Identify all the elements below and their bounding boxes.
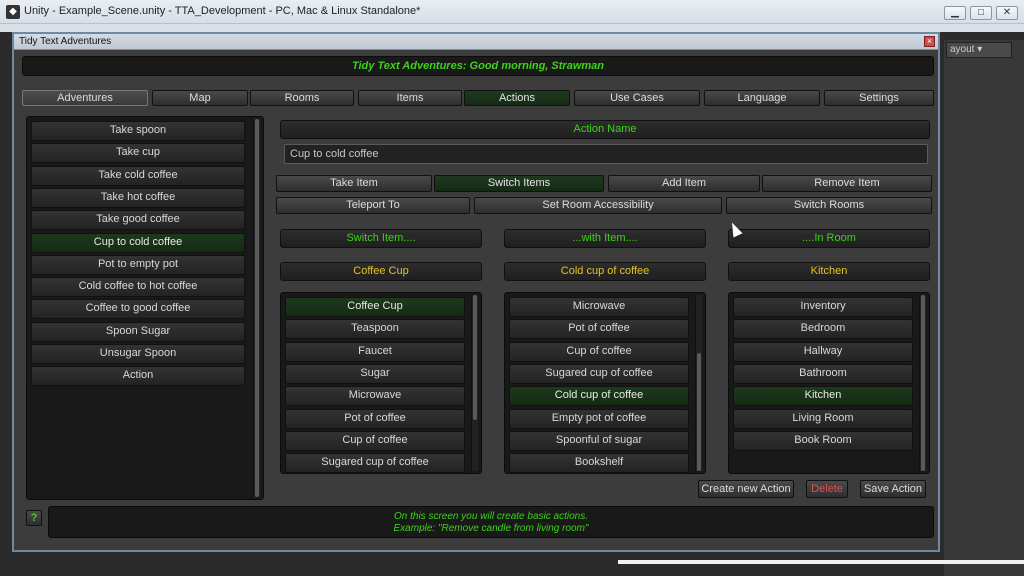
dialog-title: Tidy Text Adventures (19, 36, 112, 47)
tab-settings[interactable]: Settings (824, 90, 934, 106)
switch-item-scroll-thumb[interactable] (473, 295, 477, 420)
create-new-action-button[interactable]: Create new Action (698, 480, 794, 498)
switch-item-list-item[interactable]: Teaspoon (285, 319, 465, 340)
maximize-button[interactable]: □ (970, 6, 992, 20)
with-item-scroll-thumb[interactable] (697, 353, 701, 471)
dialog-title-bar: Tidy Text Adventures × (14, 34, 938, 50)
action-list-item[interactable]: Take cup (31, 143, 245, 164)
layout-dropdown[interactable]: ayout ▾ (946, 42, 1012, 58)
help-line-2: Example: "Remove candle from living room… (393, 523, 589, 534)
unity-side-panel (944, 40, 1024, 576)
with-item-value: Cold cup of coffee (504, 262, 706, 281)
in-room-list: Inventory Bedroom Hallway Bathroom Kitchen Li… (728, 292, 930, 474)
switch-item-list-item[interactable]: Pot of coffee (285, 408, 465, 429)
unity-icon: ◆ (6, 5, 20, 19)
dialog-close-icon[interactable]: × (924, 36, 935, 47)
close-window-button[interactable]: ✕ (996, 6, 1018, 20)
action-list-item[interactable]: Coffee to good coffee (31, 299, 245, 320)
in-room-header: ....In Room (728, 229, 930, 248)
with-item-list-item[interactable]: Cup of coffee (509, 341, 689, 362)
with-item-list-item[interactable]: Cold cup of coffee (509, 386, 689, 407)
save-action-button[interactable]: Save Action (860, 480, 926, 498)
switch-item-list-item[interactable]: Sugar (285, 363, 465, 384)
in-room-list-item[interactable]: Living Room (733, 408, 913, 429)
in-room-list-item[interactable]: Hallway (733, 341, 913, 362)
action-type-teleport-to-button[interactable]: Teleport To (276, 197, 470, 214)
tab-rooms[interactable]: Rooms (250, 90, 354, 106)
actions-list-scroll-thumb[interactable] (255, 119, 259, 497)
in-room-list-item[interactable]: Bedroom (733, 319, 913, 340)
action-type-add-item-button[interactable]: Add Item (608, 175, 760, 192)
help-text-panel: On this screen you will create basic act… (48, 506, 934, 538)
minimize-button[interactable]: ▁ (944, 6, 966, 20)
tab-items[interactable]: Items (358, 90, 462, 106)
tab-actions[interactable]: Actions (464, 90, 570, 106)
action-type-take-item-button[interactable]: Take Item (276, 175, 432, 192)
with-item-list-item[interactable]: Pot of coffee (509, 319, 689, 340)
in-room-scroll-thumb[interactable] (921, 295, 925, 471)
switch-item-list-item[interactable]: Cup of coffee (285, 430, 465, 451)
in-room-list-item[interactable]: Kitchen (733, 386, 913, 407)
action-list-item[interactable]: Take cold coffee (31, 165, 245, 186)
window-title: Unity - Example_Scene.unity - TTA_Develo… (24, 5, 421, 17)
action-list-item[interactable]: Cup to cold coffee (31, 232, 245, 253)
with-item-scrollbar[interactable] (695, 295, 702, 471)
in-room-list-item[interactable]: Bathroom (733, 363, 913, 384)
action-list-item[interactable]: Take good coffee (31, 210, 245, 231)
tab-map[interactable]: Map (152, 90, 248, 106)
action-type-set-room-accessibility-button[interactable]: Set Room Accessibility (474, 197, 722, 214)
in-room-list-item[interactable]: Inventory (733, 297, 913, 317)
switch-item-list-item[interactable]: Faucet (285, 341, 465, 362)
delete-button[interactable]: Delete (806, 480, 848, 498)
switch-item-list-item[interactable]: Coffee Cup (285, 297, 465, 317)
action-list-item[interactable]: Pot to empty pot (31, 254, 245, 275)
with-item-header: ...with Item.... (504, 229, 706, 248)
tab-use-cases[interactable]: Use Cases (574, 90, 700, 106)
tab-adventures[interactable]: Adventures (22, 90, 148, 106)
with-item-list: Microwave Pot of coffee Cup of coffee Sugar… (504, 292, 706, 474)
switch-item-list-item[interactable]: Microwave (285, 386, 465, 407)
menu-bar (0, 24, 1024, 32)
with-item-list-item[interactable]: Spoonful of sugar (509, 430, 689, 451)
with-item-list-item[interactable]: Microwave (509, 297, 689, 317)
action-type-remove-item-button[interactable]: Remove Item (762, 175, 932, 192)
switch-item-value: Coffee Cup (280, 262, 482, 281)
status-strip (618, 560, 1024, 564)
action-type-switch-rooms-button[interactable]: Switch Rooms (726, 197, 932, 214)
tidy-text-adventures-window: Tidy Text Adventures × Tidy Text Adventu… (12, 32, 940, 552)
in-room-scrollbar[interactable] (919, 295, 926, 471)
actions-list-scrollbar[interactable] (253, 119, 260, 497)
action-list-item[interactable]: Unsugar Spoon (31, 344, 245, 364)
help-line-1: On this screen you will create basic act… (394, 511, 588, 522)
welcome-banner: Tidy Text Adventures: Good morning, Stra… (22, 56, 934, 76)
switch-item-header: Switch Item.... (280, 229, 482, 248)
switch-item-list-item[interactable]: Sugared cup of coffee (285, 453, 465, 473)
with-item-list-item[interactable]: Empty pot of coffee (509, 408, 689, 429)
actions-list-panel: Take spoon Take cup Take cold coffee Take h… (26, 116, 264, 500)
switch-item-scrollbar[interactable] (471, 295, 478, 471)
action-list-item[interactable]: Action (31, 366, 245, 387)
action-type-switch-items-button[interactable]: Switch Items (434, 175, 604, 192)
in-room-list-item[interactable]: Book Room (733, 430, 913, 451)
os-title-bar: ◆ Unity - Example_Scene.unity - TTA_Deve… (0, 0, 1024, 24)
action-list-item[interactable]: Take spoon (31, 121, 245, 141)
action-name-label: Action Name (280, 120, 930, 139)
in-room-value: Kitchen (728, 262, 930, 281)
action-list-item[interactable]: Take hot coffee (31, 187, 245, 208)
action-list-item[interactable]: Cold coffee to hot coffee (31, 277, 245, 298)
switch-item-list: Coffee Cup Teaspoon Faucet Sugar Microwave Po… (280, 292, 482, 474)
action-name-input[interactable]: Cup to cold coffee (284, 144, 928, 164)
with-item-list-item[interactable]: Sugared cup of coffee (509, 363, 689, 384)
tab-language[interactable]: Language (704, 90, 820, 106)
help-button[interactable]: ? (26, 510, 42, 526)
with-item-list-item[interactable]: Bookshelf (509, 453, 689, 473)
action-list-item[interactable]: Spoon Sugar (31, 321, 245, 342)
